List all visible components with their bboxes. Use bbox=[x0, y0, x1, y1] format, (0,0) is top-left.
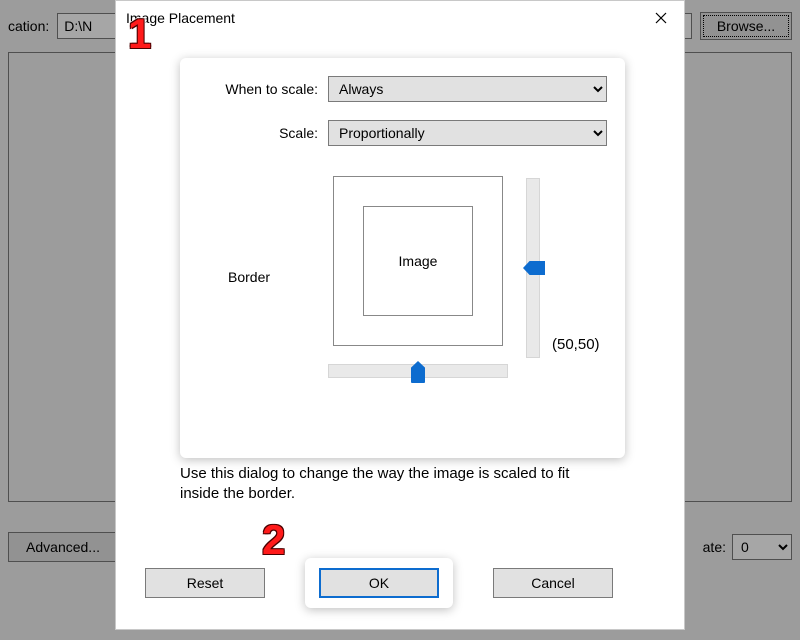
scale-label: Scale: bbox=[198, 125, 328, 141]
vertical-slider[interactable] bbox=[526, 178, 540, 358]
horizontal-slider-track bbox=[328, 364, 508, 378]
when-to-scale-label: When to scale: bbox=[198, 81, 328, 97]
border-area: Border Image (50,50) bbox=[198, 176, 607, 378]
close-icon bbox=[655, 12, 667, 24]
reset-button[interactable]: Reset bbox=[145, 568, 265, 598]
image-preview: Image bbox=[363, 206, 473, 316]
ok-highlight: OK bbox=[305, 558, 453, 608]
horizontal-slider[interactable] bbox=[328, 364, 508, 378]
ok-button[interactable]: OK bbox=[319, 568, 439, 598]
vertical-slider-thumb[interactable] bbox=[523, 261, 545, 275]
when-to-scale-row: When to scale: Always bbox=[198, 76, 607, 102]
preview-column: Image bbox=[328, 176, 508, 378]
dialog-title: Image Placement bbox=[126, 10, 235, 26]
vertical-slider-column bbox=[508, 176, 540, 358]
dialog-button-row: Reset OK Cancel bbox=[145, 558, 665, 608]
image-label: Image bbox=[399, 253, 438, 269]
border-preview: Image bbox=[333, 176, 503, 346]
settings-panel: When to scale: Always Scale: Proportiona… bbox=[180, 58, 625, 458]
coordinates-readout: (50,50) bbox=[552, 336, 600, 353]
dialog-titlebar: Image Placement bbox=[116, 1, 684, 35]
close-button[interactable] bbox=[644, 4, 678, 32]
border-label: Border bbox=[198, 269, 328, 285]
preview-and-vslider: Image (50,50) bbox=[328, 176, 600, 378]
scale-row: Scale: Proportionally bbox=[198, 120, 607, 146]
when-to-scale-select[interactable]: Always bbox=[328, 76, 607, 102]
scale-select[interactable]: Proportionally bbox=[328, 120, 607, 146]
help-text: Use this dialog to change the way the im… bbox=[180, 464, 610, 505]
cancel-button[interactable]: Cancel bbox=[493, 568, 613, 598]
horizontal-slider-thumb[interactable] bbox=[411, 361, 425, 383]
